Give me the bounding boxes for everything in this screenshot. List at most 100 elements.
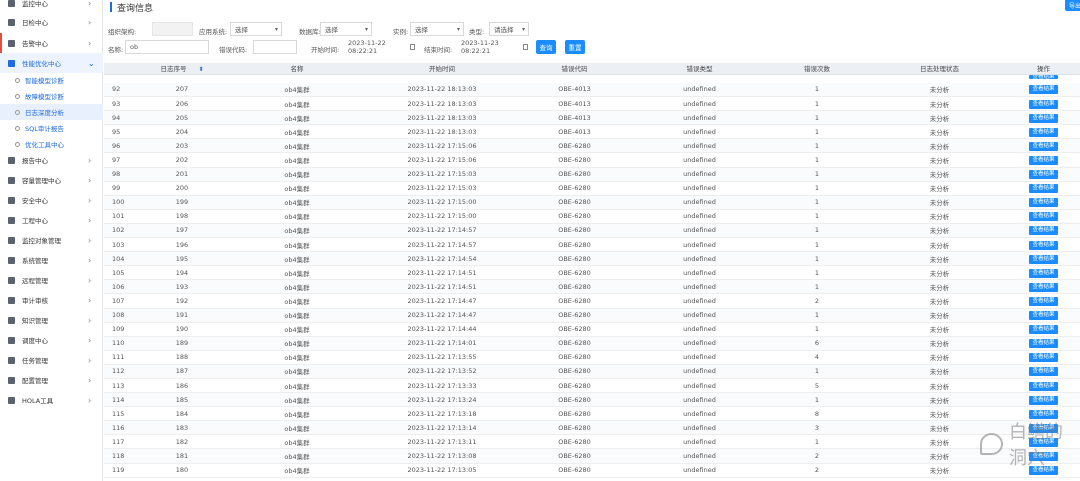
view-result-button[interactable]: 查看结果 bbox=[1029, 113, 1058, 123]
sidebar-subitem[interactable]: 优化工具中心 bbox=[0, 136, 103, 152]
calendar-icon[interactable] bbox=[410, 44, 415, 50]
view-result-button[interactable]: 查看结果 bbox=[1029, 212, 1058, 222]
view-result-button[interactable]: 查看结果 bbox=[1029, 339, 1058, 349]
cell-type: undefined bbox=[637, 209, 762, 224]
view-result-button[interactable]: 查看结果 bbox=[1029, 198, 1058, 208]
sidebar-item[interactable]: 报告中心 › bbox=[0, 150, 103, 170]
sidebar-item[interactable]: 安全中心 › bbox=[0, 190, 103, 210]
org-input[interactable] bbox=[152, 22, 193, 36]
cell-action: 查看结果 bbox=[1007, 82, 1080, 98]
cell-action: 查看结果 bbox=[1007, 392, 1080, 408]
cell-type: undefined bbox=[637, 406, 762, 422]
reset-button[interactable]: 重置 bbox=[565, 40, 585, 54]
cell-count: 1 bbox=[762, 265, 872, 281]
cell-action: 查看结果 bbox=[1007, 378, 1080, 394]
sidebar-item[interactable]: 知识管理 › bbox=[0, 310, 103, 330]
instance-select[interactable]: 选择 ▾ bbox=[410, 22, 464, 36]
view-result-button[interactable]: 查看结果 bbox=[1029, 311, 1058, 321]
view-result-button[interactable]: 查看结果 bbox=[1029, 395, 1058, 405]
export-button[interactable]: 导出 bbox=[1065, 0, 1080, 11]
cell-time: 2023-11-22 17:13:52 bbox=[372, 364, 512, 379]
sidebar-item[interactable]: 容量管理中心 › bbox=[0, 170, 103, 190]
circle-icon bbox=[15, 125, 20, 131]
view-result-button[interactable]: 查看结果 bbox=[1029, 353, 1058, 363]
type-select[interactable]: 请选择 ▾ bbox=[489, 22, 529, 36]
cell-code: OBE-6280 bbox=[512, 209, 637, 224]
errcode-input[interactable] bbox=[253, 40, 297, 54]
cell-code: OBE-4013 bbox=[512, 110, 637, 126]
sidebar-item[interactable]: 远程管理 › bbox=[0, 270, 103, 290]
sidebar-item[interactable]: 告警中心 › bbox=[0, 33, 103, 53]
sidebar: 监控中心 › 日检中心 › 告警中心 › 性能优化中心 ⌄ 报告中心 › 容量管理中心 › 安全中心 › 工… bbox=[0, 0, 103, 481]
view-result-button[interactable]: 查看结果 bbox=[1029, 74, 1058, 79]
circle-icon bbox=[15, 109, 20, 115]
view-result-button[interactable]: 查看结果 bbox=[1029, 296, 1058, 306]
cell-name: ob4集群 bbox=[222, 110, 372, 126]
cell-type: undefined bbox=[637, 336, 762, 351]
menu-icon bbox=[8, 39, 15, 47]
sidebar-item[interactable]: HOLA工具 › bbox=[0, 390, 103, 410]
view-result-button[interactable]: 查看结果 bbox=[1029, 367, 1058, 377]
cell-seq: 186 bbox=[142, 378, 222, 394]
view-result-button[interactable]: 查看结果 bbox=[1029, 226, 1058, 236]
cell-count: 1 bbox=[762, 96, 872, 112]
column-header[interactable]: 日志序号 ⬍ bbox=[142, 63, 222, 75]
column-header: 操作 bbox=[1007, 63, 1080, 75]
sort-icon[interactable]: ⬍ bbox=[198, 66, 203, 73]
sidebar-item[interactable]: 系统管理 › bbox=[0, 250, 103, 270]
db-select[interactable]: 选择 ▾ bbox=[320, 22, 372, 36]
chevron-right-icon: › bbox=[88, 295, 92, 305]
sidebar-item[interactable]: 配置管理 › bbox=[0, 370, 103, 390]
view-result-button[interactable]: 查看结果 bbox=[1029, 156, 1058, 166]
view-result-button[interactable]: 查看结果 bbox=[1029, 170, 1058, 180]
view-result-button[interactable]: 查看结果 bbox=[1029, 268, 1058, 278]
calendar-icon[interactable] bbox=[523, 44, 528, 50]
view-result-button[interactable]: 查看结果 bbox=[1029, 240, 1058, 250]
view-result-button[interactable]: 查看结果 bbox=[1029, 85, 1058, 95]
column-header: 错误类型 bbox=[637, 63, 762, 75]
view-result-button[interactable]: 查看结果 bbox=[1029, 325, 1058, 335]
view-result-button[interactable]: 查看结果 bbox=[1029, 141, 1058, 151]
cell-type: undefined bbox=[637, 181, 762, 196]
table-row: 99 200 ob4集群 2023-11-22 17:15:03 OBE-6280 und… bbox=[104, 181, 1080, 196]
end-time-input[interactable]: 2023-11-23 08:22:21 bbox=[457, 39, 527, 55]
cell-code: OBE-6280 bbox=[512, 463, 637, 478]
sidebar-item[interactable]: 调度中心 › bbox=[0, 330, 103, 350]
sidebar-subitem[interactable]: 故障模型诊断 bbox=[0, 88, 103, 104]
cell-seq: 184 bbox=[142, 406, 222, 422]
column-header: 名称 bbox=[222, 63, 372, 75]
view-result-button[interactable]: 查看结果 bbox=[1029, 184, 1058, 194]
cell-time: 2023-11-22 17:14:57 bbox=[372, 223, 512, 239]
cell-type: undefined bbox=[637, 434, 762, 450]
db-label: 数据库: bbox=[299, 28, 321, 36]
chevron-right-icon: › bbox=[88, 175, 92, 185]
view-result-button[interactable]: 查看结果 bbox=[1029, 282, 1058, 292]
view-result-button[interactable]: 查看结果 bbox=[1029, 127, 1058, 137]
circle-icon bbox=[15, 93, 20, 99]
sidebar-item[interactable]: 任务管理 › bbox=[0, 350, 103, 370]
view-result-button[interactable]: 查看结果 bbox=[1029, 381, 1058, 391]
view-result-button[interactable]: 查看结果 bbox=[1029, 254, 1058, 264]
cell-name: ob4集群 bbox=[222, 152, 372, 168]
cell-time: 2023-11-22 17:14:51 bbox=[372, 279, 512, 295]
table-row: 114 185 ob4集群 2023-11-22 17:13:24 OBE-6280 un… bbox=[104, 392, 1080, 408]
cell-count: 1 bbox=[762, 237, 872, 253]
query-button[interactable]: 查询 bbox=[536, 40, 556, 54]
start-time-input[interactable]: 2023-11-22 08:22:21 bbox=[344, 39, 414, 55]
sidebar-item[interactable]: 性能优化中心 ⌄ bbox=[0, 53, 103, 73]
sidebar-item[interactable]: 工程中心 › bbox=[0, 210, 103, 230]
sidebar-item[interactable]: 监控对象管理 › bbox=[0, 230, 103, 250]
sidebar-subitem[interactable]: SQL审计报告 bbox=[0, 120, 103, 136]
app-select[interactable]: 选择 ▾ bbox=[230, 22, 282, 36]
cell-idx: 92 bbox=[104, 82, 142, 98]
cell-type: undefined bbox=[637, 420, 762, 436]
sidebar-subitem[interactable]: 日志深度分析 bbox=[0, 104, 103, 120]
cell-type: undefined bbox=[637, 463, 762, 478]
sidebar-item[interactable]: 日检中心 › bbox=[0, 12, 103, 32]
name-input[interactable]: ob bbox=[125, 40, 209, 54]
view-result-button[interactable]: 查看结果 bbox=[1029, 99, 1058, 109]
sidebar-item[interactable]: 审计审核 › bbox=[0, 290, 103, 310]
table-row: 101 198 ob4集群 2023-11-22 17:15:00 OBE-6280 un… bbox=[104, 209, 1080, 224]
sidebar-subitem[interactable]: 智能模型诊断 bbox=[0, 72, 103, 88]
cell-action: 查看结果 bbox=[1007, 336, 1080, 351]
